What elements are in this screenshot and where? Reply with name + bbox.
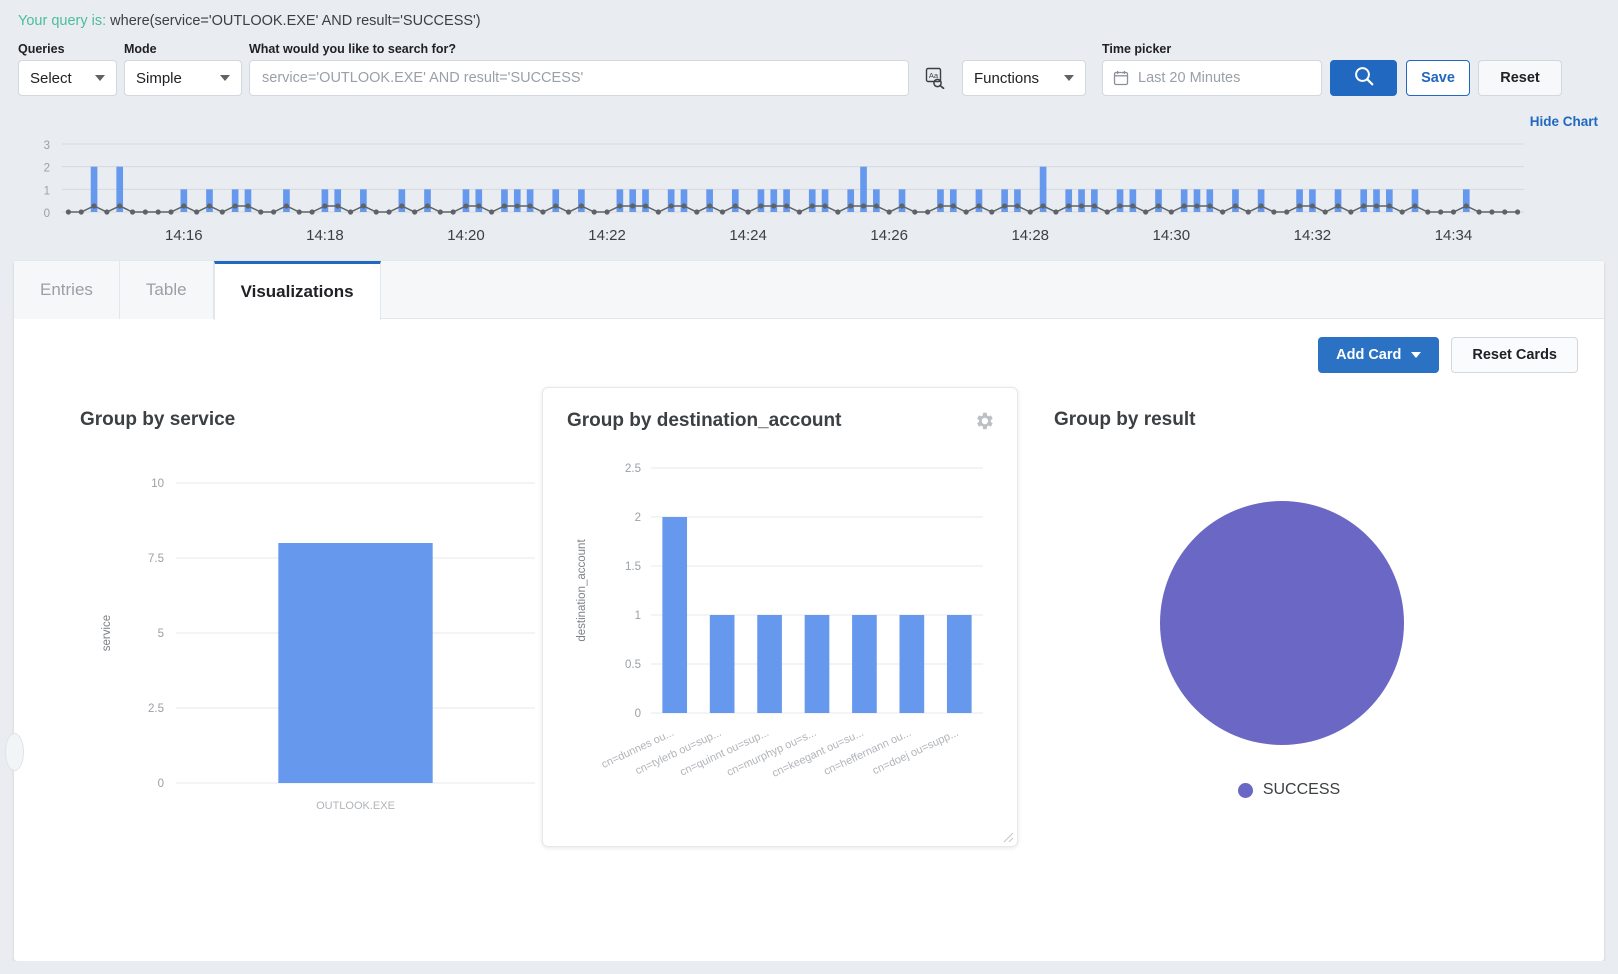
svg-text:cn=doej ou=supp...: cn=doej ou=supp... [871, 727, 961, 777]
card-group-by-result-title: Group by result [1054, 409, 1524, 431]
card-group-by-service-title: Group by service [80, 409, 550, 431]
pie-legend: SUCCESS [1054, 781, 1524, 799]
svg-text:3: 3 [44, 140, 50, 152]
panel-collapse-handle[interactable] [5, 733, 24, 771]
search-toolbar: Queries Select Mode Simple What would yo… [0, 42, 1618, 104]
query-banner: Your query is: where(service='OUTLOOK.EX… [18, 13, 481, 29]
tab-table-label: Table [146, 280, 187, 300]
hide-chart-link[interactable]: Hide Chart [1530, 114, 1598, 129]
svg-text:10: 10 [151, 478, 164, 490]
svg-text:14:24: 14:24 [729, 227, 767, 244]
svg-text:0.5: 0.5 [625, 659, 641, 671]
query-banner-expression: where(service='OUTLOOK.EXE' AND result='… [110, 13, 480, 29]
gear-icon[interactable] [973, 410, 995, 437]
add-card-label: Add Card [1336, 347, 1401, 363]
svg-text:1: 1 [635, 610, 641, 622]
group-by-service-chart: 0 2.5 5 7.5 10 service OUTLOOK.EXE [80, 453, 550, 823]
query-banner-lead: Your query is: [18, 13, 106, 29]
card-toolbar: Add Card Reset Cards [1318, 337, 1578, 373]
svg-text:5: 5 [158, 628, 164, 640]
card-group-by-destination-account[interactable]: Group by destination_account 0 0.5 1 1.5 2 2.… [542, 387, 1018, 847]
add-card-button[interactable]: Add Card [1318, 337, 1439, 373]
chevron-down-icon [95, 75, 105, 81]
svg-text:1: 1 [44, 185, 50, 197]
mode-select[interactable]: Simple [124, 60, 242, 96]
queries-select-value: Select [30, 70, 72, 87]
legend-color-swatch [1238, 783, 1253, 798]
card-group-by-destination-account-title: Group by destination_account [567, 410, 841, 432]
tab-entries[interactable]: Entries [14, 261, 120, 319]
tab-entries-label: Entries [40, 280, 93, 300]
legend-label-success: SUCCESS [1263, 781, 1340, 799]
svg-text:14:20: 14:20 [447, 227, 485, 244]
group-by-result-pie-chart [1054, 441, 1524, 801]
chevron-down-icon [1411, 352, 1421, 358]
card-resize-handle[interactable] [1000, 829, 1014, 843]
svg-text:14:34: 14:34 [1435, 227, 1473, 244]
results-tabbar: Entries Table Visualizations [14, 261, 1604, 319]
svg-text:2.5: 2.5 [625, 463, 641, 475]
chevron-down-icon [220, 75, 230, 81]
functions-select[interactable]: Functions [962, 60, 1086, 96]
timeline-svg: 0 1 2 3 14:16 14:18 14:20 14:22 14:24 14:26 14:28 1… [0, 134, 1618, 252]
svg-text:14:18: 14:18 [306, 227, 344, 244]
chevron-down-icon [1064, 75, 1074, 81]
svg-text:0: 0 [158, 778, 164, 790]
timeline-histogram-chart[interactable]: 0 1 2 3 14:16 14:18 14:20 14:22 14:24 14:26 14:28 1… [0, 134, 1618, 252]
queries-label: Queries [18, 42, 65, 56]
svg-text:OUTLOOK.EXE: OUTLOOK.EXE [316, 800, 395, 812]
queries-select[interactable]: Select [18, 60, 117, 96]
search-input-wrapper [249, 60, 909, 96]
group-by-destination-account-chart: 00.511.522.5destination_accountcn=dunnes… [543, 438, 1019, 838]
svg-text:1.5: 1.5 [625, 561, 641, 573]
svg-text:14:32: 14:32 [1294, 227, 1332, 244]
svg-text:2: 2 [44, 163, 50, 175]
time-picker-value: Last 20 Minutes [1138, 70, 1240, 86]
card-group-by-service[interactable]: Group by service 0 2.5 5 7.5 10 service OUTLOO… [80, 409, 550, 829]
match-case-search-icon[interactable]: Aa [920, 60, 950, 96]
svg-text:14:16: 14:16 [165, 227, 203, 244]
svg-text:0: 0 [635, 708, 641, 720]
tab-visualizations-label: Visualizations [241, 282, 354, 302]
mode-select-value: Simple [136, 70, 182, 87]
tab-table[interactable]: Table [120, 261, 214, 319]
results-panel: Entries Table Visualizations Add Card Re… [14, 261, 1604, 961]
svg-text:2: 2 [635, 512, 641, 524]
svg-text:0: 0 [44, 208, 50, 220]
svg-text:2.5: 2.5 [148, 703, 164, 715]
time-picker[interactable]: Last 20 Minutes [1102, 60, 1322, 96]
search-input[interactable] [250, 61, 908, 95]
search-icon [1353, 65, 1375, 92]
reset-cards-button[interactable]: Reset Cards [1451, 337, 1578, 373]
svg-text:7.5: 7.5 [148, 553, 164, 565]
calendar-icon [1113, 70, 1129, 86]
functions-select-value: Functions [974, 70, 1039, 87]
tab-visualizations[interactable]: Visualizations [214, 261, 381, 320]
card-group-by-result[interactable]: Group by result SUCCESS [1054, 409, 1524, 829]
svg-text:destination_account: destination_account [576, 539, 588, 642]
svg-text:service: service [101, 615, 113, 651]
search-button[interactable] [1330, 60, 1397, 96]
svg-text:14:30: 14:30 [1153, 227, 1191, 244]
svg-text:14:26: 14:26 [870, 227, 908, 244]
time-picker-label: Time picker [1102, 42, 1171, 56]
svg-text:14:28: 14:28 [1011, 227, 1049, 244]
save-button[interactable]: Save [1406, 60, 1470, 96]
svg-text:Aa: Aa [929, 71, 939, 80]
mode-label: Mode [124, 42, 157, 56]
reset-button[interactable]: Reset [1478, 60, 1562, 96]
search-field-label: What would you like to search for? [249, 42, 456, 56]
bottom-strip [0, 961, 1618, 974]
svg-text:14:22: 14:22 [588, 227, 626, 244]
